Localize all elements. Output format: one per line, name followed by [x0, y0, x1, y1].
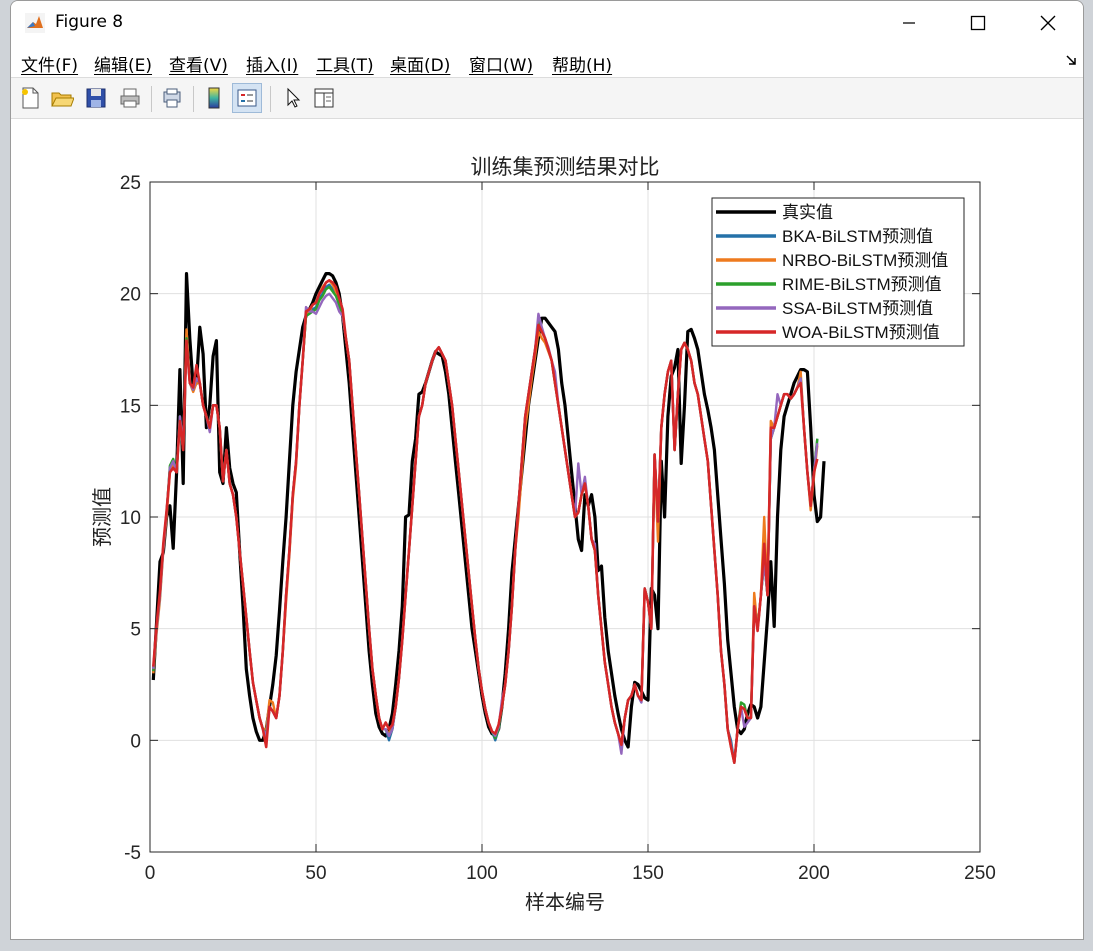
minimize-icon	[903, 22, 915, 24]
print-preview-button[interactable]	[157, 83, 187, 113]
menu-insert[interactable]: 插入(I)	[246, 51, 298, 76]
property-editor-icon	[314, 88, 334, 108]
close-icon	[1040, 15, 1056, 31]
title-bar: Figure 8	[11, 1, 1083, 45]
y-tick-label: 15	[120, 396, 141, 417]
menu-edit[interactable]: 编辑(E)	[94, 51, 152, 76]
property-editor-button[interactable]	[309, 83, 339, 113]
menu-tools[interactable]: 工具(T)	[316, 51, 374, 76]
y-tick-label: 0	[130, 731, 141, 752]
matlab-logo-icon	[25, 13, 45, 33]
print-icon	[120, 88, 140, 108]
menu-help[interactable]: 帮助(H)	[552, 51, 612, 76]
menu-file[interactable]: 文件(F)	[21, 51, 78, 76]
edit-plot-button[interactable]	[277, 83, 307, 113]
legend-icon	[237, 89, 257, 107]
minimize-button[interactable]	[879, 1, 939, 45]
menu-desktop[interactable]: 桌面(D)	[390, 51, 450, 76]
x-tick-label: 100	[466, 863, 498, 884]
legend-button[interactable]	[232, 83, 262, 113]
menu-view[interactable]: 查看(V)	[169, 51, 228, 76]
close-button[interactable]	[1018, 1, 1078, 45]
y-tick-label: 5	[130, 620, 141, 641]
print-button[interactable]	[115, 83, 145, 113]
legend-label: 真实值	[782, 203, 833, 222]
dock-arrow-icon[interactable]	[1065, 54, 1077, 66]
line-chart: 0 50 100 150 200 250-50510152025 训练集预测结果对比 样本…	[91, 156, 996, 914]
open-file-icon	[51, 92, 74, 107]
maximize-icon	[970, 15, 986, 31]
maximize-button[interactable]	[948, 1, 1008, 45]
y-axis-label: 预测值	[91, 487, 114, 547]
new-figure-icon	[22, 87, 39, 109]
toolbar	[11, 78, 1083, 119]
x-tick-label: 50	[305, 863, 326, 884]
menu-bar: 文件(F) 编辑(E) 查看(V) 插入(I) 工具(T) 桌面(D) 窗口(W…	[11, 45, 1083, 78]
x-tick-label: 0	[145, 863, 156, 884]
legend[interactable]: 真实值 BKA-BiLSTM预测值 NRBO-BiLSTM预测值 RIME-BiLST…	[711, 197, 965, 347]
y-tick-label: -5	[124, 843, 141, 864]
figure-canvas: 0 50 100 150 200 250 -5 0 5 10 15 20 25 训练集预测结果对比 样本…	[11, 119, 1083, 939]
legend-label: SSA-BiLSTM预测值	[782, 299, 933, 318]
legend-label: WOA-BiLSTM预测值	[782, 323, 940, 342]
print-preview-icon	[163, 88, 181, 108]
window-title: Figure 8	[55, 12, 124, 32]
chart-title: 训练集预测结果对比	[471, 156, 660, 179]
legend-label: NRBO-BiLSTM预测值	[782, 251, 948, 270]
x-axis-label: 样本编号	[525, 891, 605, 914]
edit-plot-arrow-icon	[287, 87, 301, 108]
open-file-button[interactable]	[47, 83, 77, 113]
menu-window[interactable]: 窗口(W)	[469, 51, 533, 76]
colorbar-icon	[208, 87, 220, 109]
legend-label: RIME-BiLSTM预测值	[782, 275, 942, 294]
y-tick-label: 10	[120, 508, 141, 529]
figure-window: Figure 8 文件(F) 编辑(E) 查看(V) 插入(I) 工具(T) 桌…	[10, 0, 1084, 940]
save-icon	[86, 88, 106, 108]
x-tick-label: 200	[798, 863, 830, 884]
x-tick-label: 250	[964, 863, 996, 884]
y-tick-label: 20	[120, 285, 141, 306]
colorbar-button[interactable]	[199, 83, 229, 113]
y-tick-label: 25	[120, 173, 141, 194]
save-button[interactable]	[81, 83, 111, 113]
x-tick-label: 150	[632, 863, 664, 884]
new-figure-button[interactable]	[15, 83, 45, 113]
legend-label: BKA-BiLSTM预测值	[782, 227, 933, 246]
